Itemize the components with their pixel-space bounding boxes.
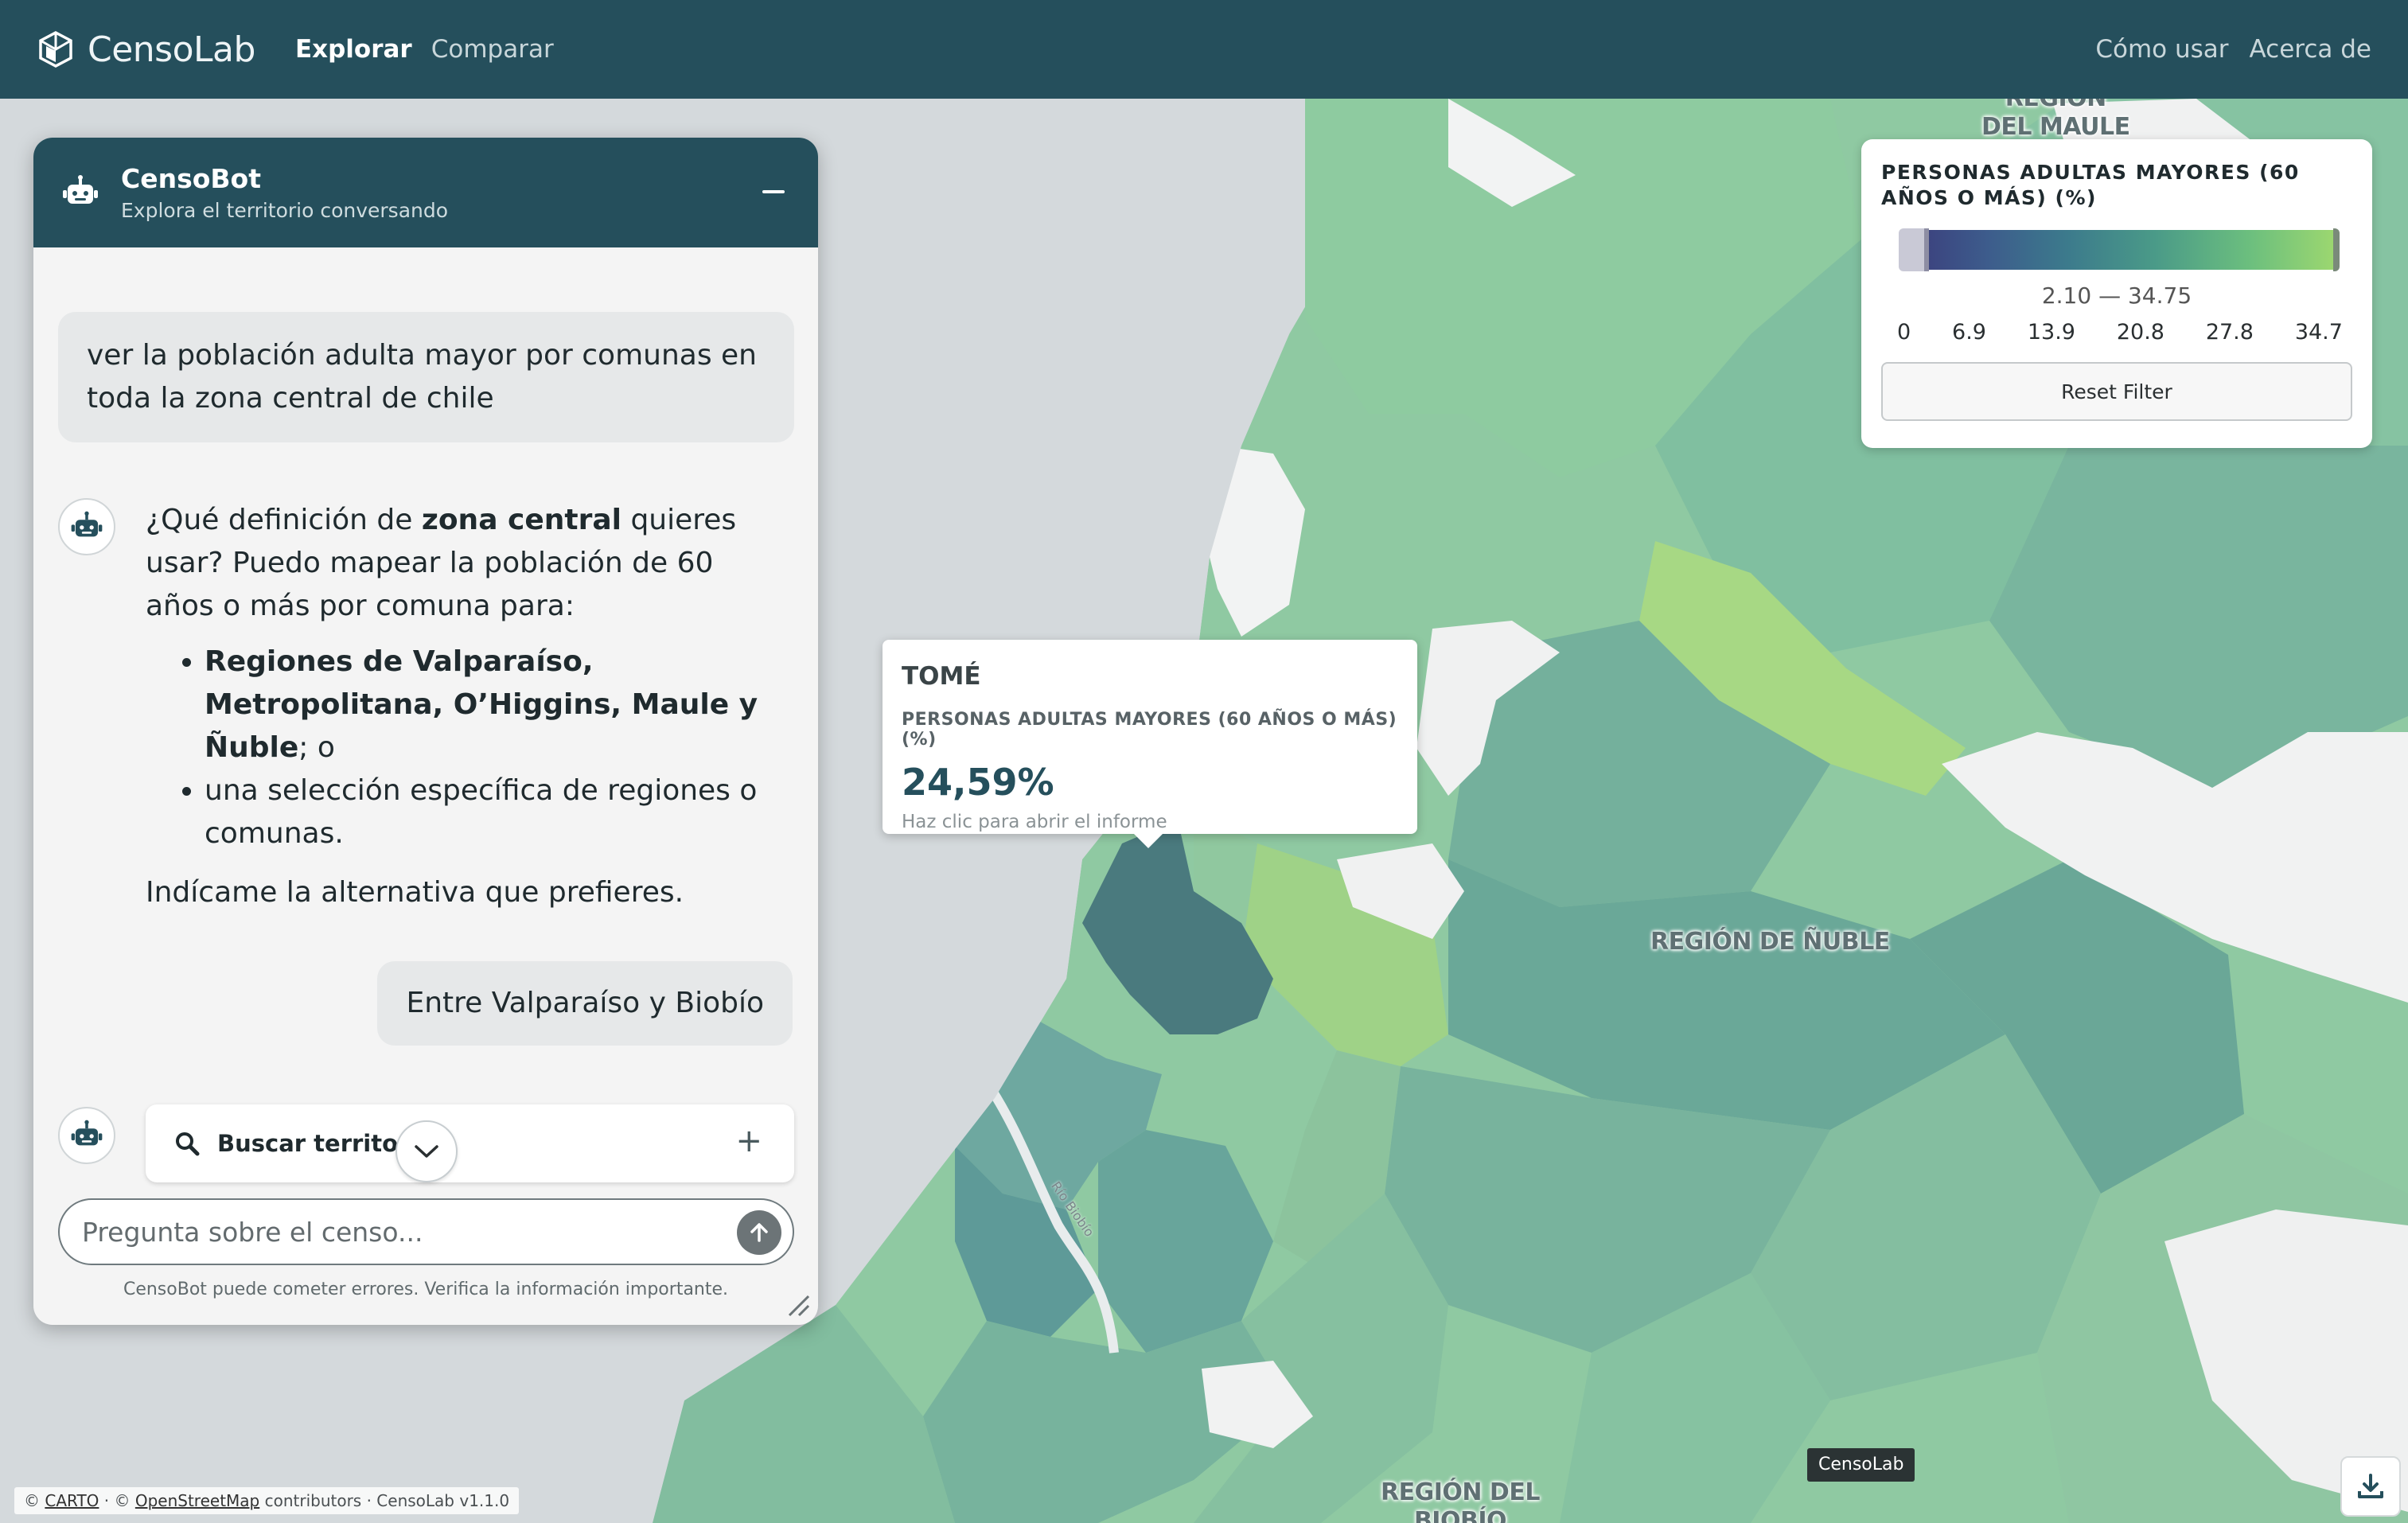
map-label-biobio: REGIÓN DEL BIOBÍO	[1381, 1478, 1540, 1523]
osm-link[interactable]: OpenStreetMap	[135, 1491, 259, 1510]
search-icon	[176, 1132, 200, 1156]
tooltip-value: 24,59%	[902, 761, 1054, 804]
nav-compare[interactable]: Comparar	[431, 35, 554, 64]
tooltip-variable: PERSONAS ADULTAS MAYORES (60 AÑOS O MÁS)…	[902, 710, 1397, 750]
cube-logo-icon	[39, 31, 72, 68]
nav-explore[interactable]: Explorar	[295, 35, 412, 64]
download-button[interactable]	[2340, 1456, 2401, 1517]
list-item: Regiones de Valparaíso, Metropolitana, O…	[205, 641, 782, 769]
chat-title: CensoBot	[121, 163, 262, 194]
secondary-nav: Cómo usar Acerca de	[2095, 35, 2371, 64]
map-legend: PERSONAS ADULTAS MAYORES (60 AÑOS O MÁS)…	[1861, 139, 2372, 448]
plus-icon[interactable]: +	[735, 1125, 762, 1157]
send-button[interactable]	[737, 1210, 781, 1255]
app-logo[interactable]: CensoLab	[37, 29, 255, 70]
nav-about[interactable]: Acerca de	[2250, 35, 2372, 64]
legend-tick: 27.8	[2205, 320, 2254, 345]
chat-subtitle: Explora el territorio conversando	[121, 199, 449, 222]
legend-tick: 20.8	[2116, 320, 2164, 345]
legend-ticks: 0 6.9 13.9 20.8 27.8 34.7	[1897, 320, 2343, 345]
chat-panel: CensoBot Explora el territorio conversan…	[33, 138, 818, 1325]
legend-range-text: 2.10 — 34.75	[2041, 282, 2192, 309]
user-message: ver la población adulta mayor por comuna…	[58, 312, 794, 442]
slider-max-handle[interactable]	[2333, 228, 2340, 271]
user-message: Entre Valparaíso y Biobío	[377, 961, 793, 1046]
list-item: una selección específica de regiones o c…	[205, 769, 782, 855]
robot-icon	[71, 1120, 103, 1146]
carto-link[interactable]: CARTO	[45, 1491, 99, 1510]
robot-icon	[63, 175, 98, 204]
bot-avatar	[58, 498, 115, 555]
map-label-nuble: REGIÓN DE ÑUBLE	[1650, 928, 1890, 956]
slider-min-handle[interactable]	[1899, 228, 1929, 271]
legend-tick: 0	[1897, 320, 1911, 345]
top-navbar: CensoLab Explorar Comparar Cómo usar Ace…	[0, 0, 2408, 99]
territory-search-widget[interactable]: Buscar territorio +	[146, 1104, 794, 1182]
app-name: CensoLab	[88, 29, 255, 70]
bot-closing: Indícame la alternativa que prefieres.	[146, 876, 684, 909]
resize-handle-icon[interactable]	[786, 1293, 810, 1317]
chevron-down-icon	[415, 1145, 438, 1158]
map-tooltip[interactable]: TOMÉ PERSONAS ADULTAS MAYORES (60 AÑOS O…	[883, 640, 1417, 848]
chat-header: CensoBot Explora el territorio conversan…	[33, 138, 818, 247]
bot-options-list: Regiones de Valparaíso, Metropolitana, O…	[146, 641, 782, 855]
chat-input[interactable]	[82, 1216, 703, 1248]
nav-how-to[interactable]: Cómo usar	[2095, 35, 2228, 64]
chat-disclaimer: CensoBot puede cometer errores. Verifica…	[123, 1280, 729, 1299]
legend-tick: 34.7	[2294, 320, 2343, 345]
tooltip-commune-name: TOMÉ	[902, 662, 981, 691]
chat-input-wrapper	[58, 1198, 794, 1265]
main-nav: Explorar Comparar	[295, 35, 554, 64]
tooltip-hint: Haz clic para abrir el informe	[902, 812, 1167, 832]
minimize-icon[interactable]	[762, 190, 785, 193]
censolab-badge: CensoLab	[1807, 1448, 1915, 1482]
scroll-down-button[interactable]	[395, 1120, 458, 1182]
arrow-up-icon	[750, 1223, 768, 1242]
reset-filter-button[interactable]: Reset Filter	[1881, 362, 2352, 421]
legend-tick: 13.9	[2027, 320, 2075, 345]
map-attribution: © CARTO · © OpenStreetMap contributors ·…	[14, 1487, 520, 1514]
robot-icon	[71, 511, 103, 537]
bot-message: ¿Qué definición de zona central quieres …	[146, 499, 782, 914]
bot-avatar	[58, 1107, 115, 1164]
legend-title: PERSONAS ADULTAS MAYORES (60 AÑOS O MÁS)…	[1881, 161, 2300, 209]
legend-range-slider[interactable]	[1899, 228, 2340, 271]
legend-tick: 6.9	[1952, 320, 1986, 345]
bot-question: ¿Qué definición de zona central quieres …	[146, 504, 737, 622]
download-icon	[2358, 1474, 2383, 1498]
